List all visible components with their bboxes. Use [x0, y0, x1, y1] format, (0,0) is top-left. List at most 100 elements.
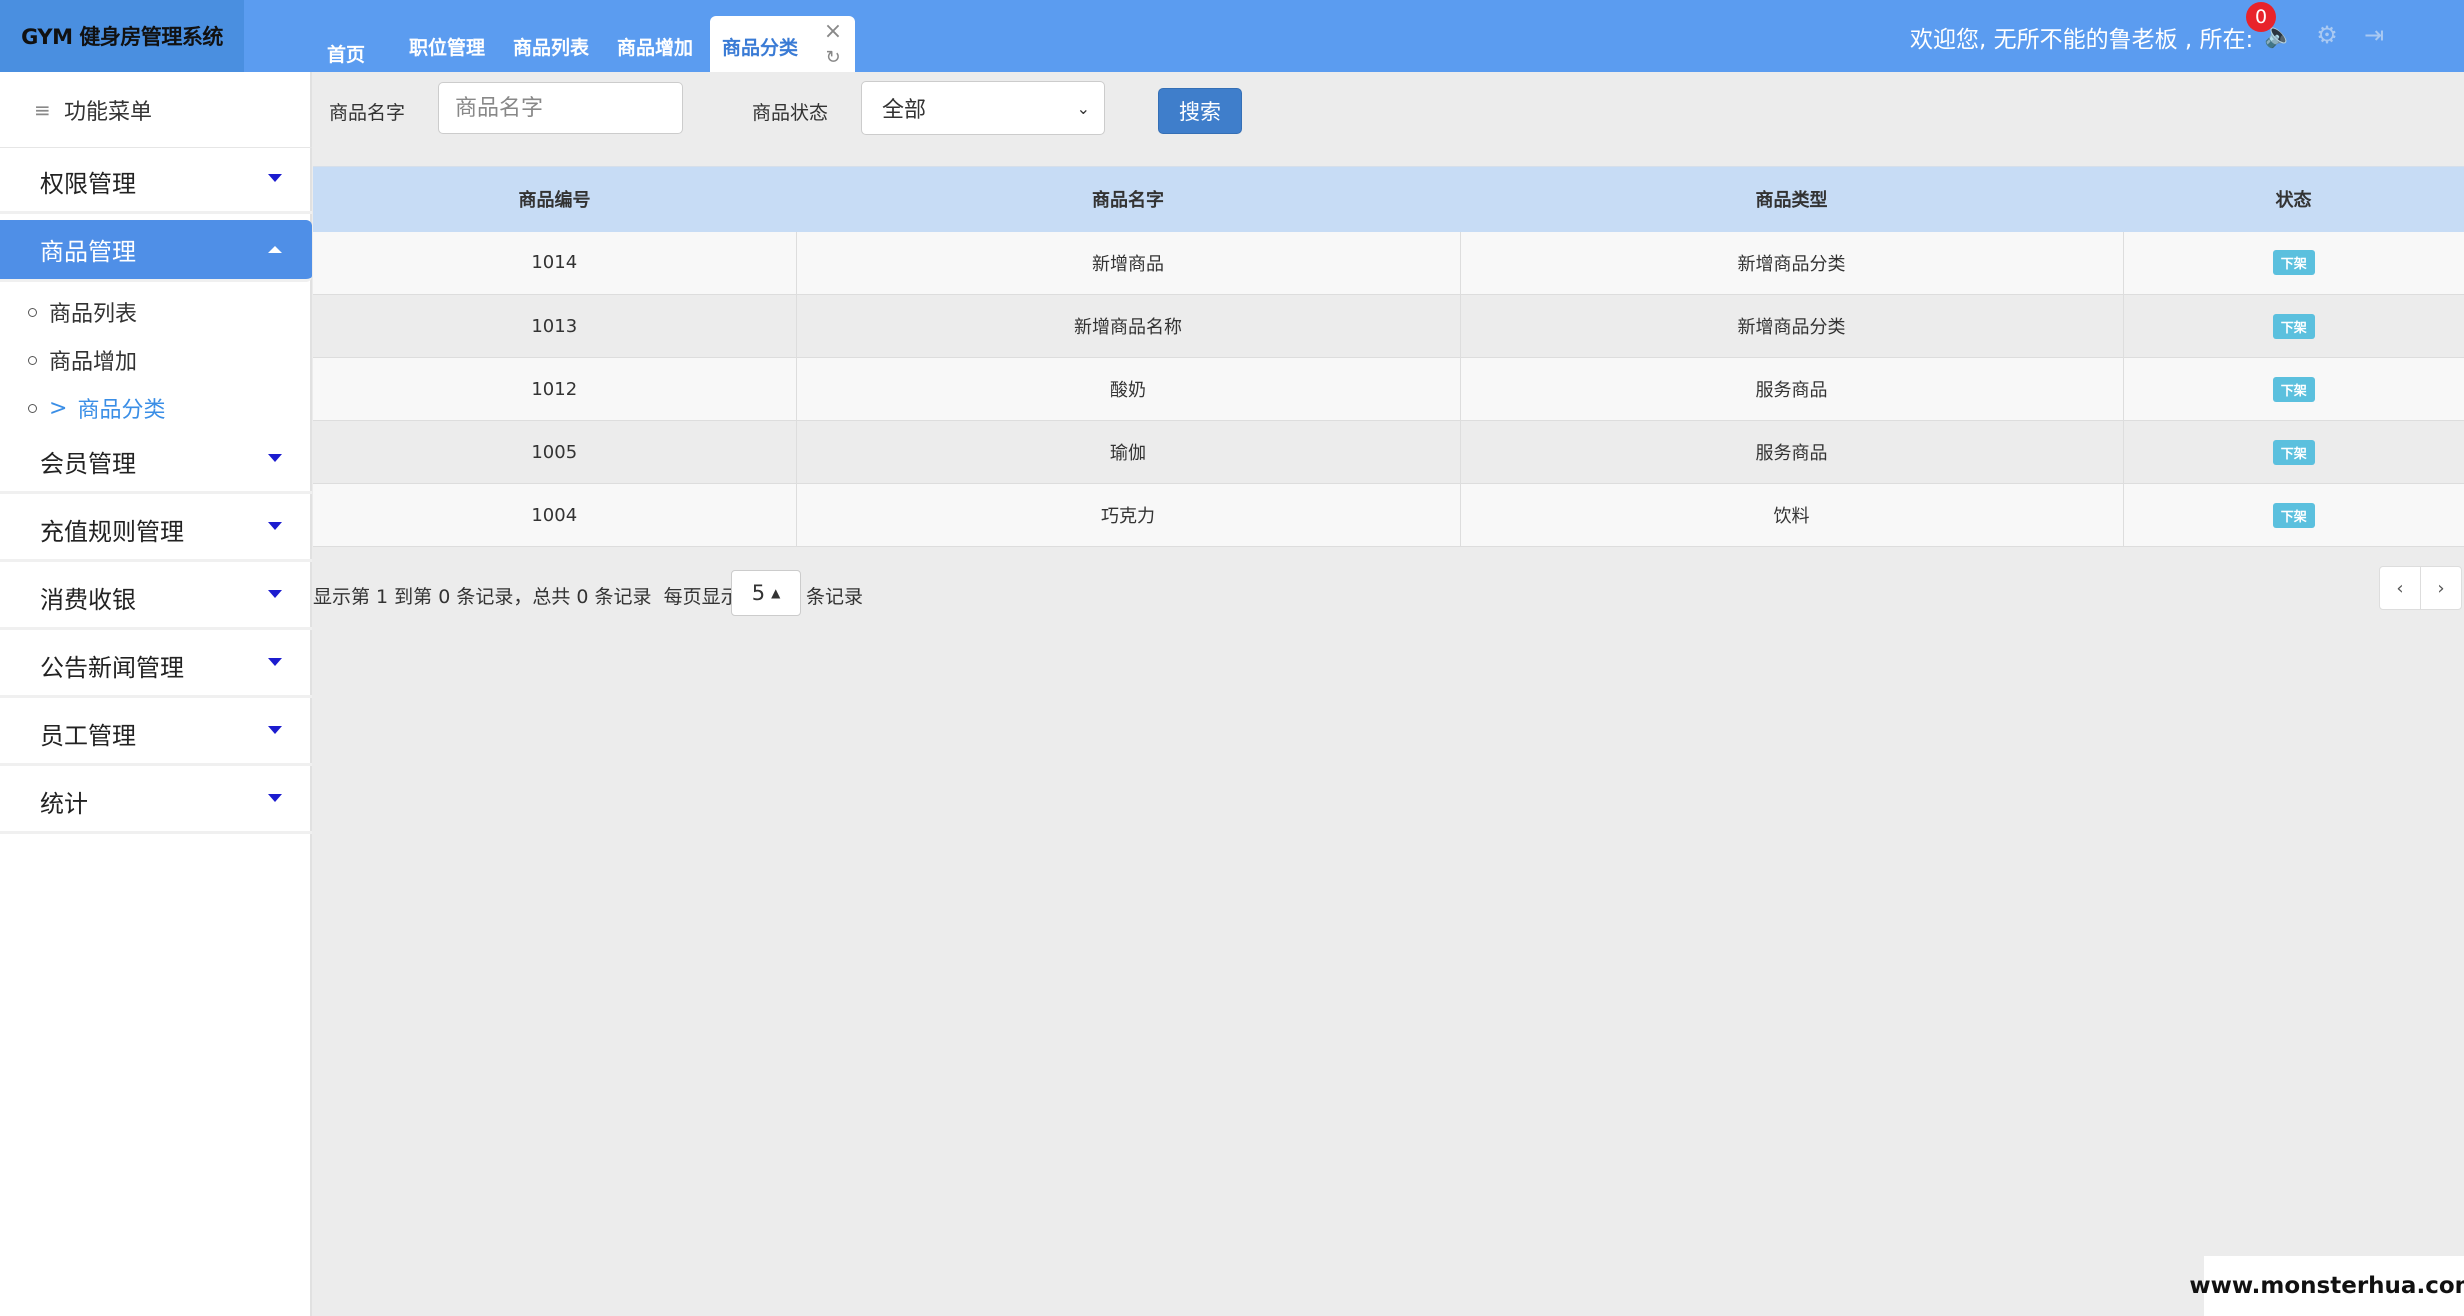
- caret-up-icon: ▲: [771, 586, 781, 600]
- hamburger-icon[interactable]: ≡: [34, 98, 52, 122]
- sidebar-item-label: 会员管理: [40, 450, 136, 478]
- status-badge[interactable]: 下架: [2272, 250, 2315, 276]
- chevron-down-icon: ⌄: [1076, 99, 1090, 118]
- page-size-dropdown[interactable]: 5 ▲: [731, 570, 801, 616]
- caret-down-icon: [268, 794, 282, 802]
- tab-product-category-label: 商品分类: [722, 37, 799, 59]
- cell-id: 1012: [313, 357, 797, 421]
- caret-down-icon: [268, 522, 282, 530]
- table-row[interactable]: 1014 新增商品 新增商品分类 下架: [313, 231, 2464, 295]
- notification-badge[interactable]: 0: [2246, 2, 2276, 32]
- cell-state: 下架: [2123, 294, 2464, 358]
- sidebar: ≡ 功能菜单 权限管理 商品管理 商品列表 商品增加 > 商品分类 会员管理 充…: [0, 72, 312, 1316]
- sidebar-item-label: 消费收银: [40, 586, 136, 614]
- settings-icon[interactable]: ⚙: [2312, 20, 2342, 50]
- sidebar-item-news[interactable]: 公告新闻管理: [0, 636, 312, 698]
- cell-name: 巧克力: [796, 483, 1461, 547]
- table-row[interactable]: 1005 瑜伽 服务商品 下架: [313, 420, 2464, 484]
- cell-name: 瑜伽: [796, 420, 1461, 484]
- app-logo: GYM 健身房管理系统: [0, 0, 244, 72]
- sidebar-item-staff[interactable]: 员工管理: [0, 704, 312, 766]
- caret-down-icon: [268, 590, 282, 598]
- caret-down-icon: [268, 726, 282, 734]
- search-button[interactable]: 搜索: [1158, 88, 1242, 134]
- cell-name: 酸奶: [796, 357, 1461, 421]
- circle-bullet-icon: [28, 403, 37, 413]
- status-badge[interactable]: 下架: [2272, 313, 2315, 339]
- cell-type: 饮料: [1460, 483, 2124, 547]
- sidebar-subitem-product-category[interactable]: > 商品分类: [0, 386, 312, 430]
- sidebar-subitem-label: 商品增加: [49, 350, 138, 375]
- sidebar-item-member[interactable]: 会员管理: [0, 432, 312, 494]
- cell-type: 服务商品: [1460, 357, 2124, 421]
- circle-bullet-icon: [28, 307, 37, 317]
- caret-down-icon: [268, 174, 282, 182]
- column-header-id[interactable]: 商品编号: [313, 166, 796, 232]
- prev-page-button[interactable]: ‹: [2379, 566, 2421, 610]
- sidebar-item-label: 充值规则管理: [40, 518, 184, 546]
- sidebar-item-label: 统计: [40, 790, 88, 818]
- cell-id: 1013: [313, 294, 797, 358]
- table-row[interactable]: 1013 新增商品名称 新增商品分类 下架: [313, 294, 2464, 358]
- refresh-icon[interactable]: ↻: [823, 48, 843, 68]
- cell-state: 下架: [2123, 483, 2464, 547]
- cell-id: 1014: [313, 231, 797, 295]
- circle-bullet-icon: [28, 355, 37, 365]
- sidebar-item-statistics[interactable]: 统计: [0, 772, 312, 834]
- cell-type: 新增商品分类: [1460, 231, 2124, 295]
- caret-down-icon: [268, 454, 282, 462]
- tab-home[interactable]: 首页: [327, 40, 365, 67]
- top-bar: GYM 健身房管理系统 首页 职位管理 商品列表 商品增加 商品分类 × ↻ 欢…: [0, 0, 2464, 72]
- sidebar-subitem-product-list[interactable]: 商品列表: [0, 290, 312, 334]
- cell-type: 服务商品: [1460, 420, 2124, 484]
- sidebar-item-permission[interactable]: 权限管理: [0, 152, 312, 214]
- sidebar-item-cashier[interactable]: 消费收银: [0, 568, 312, 630]
- sidebar-item-product[interactable]: 商品管理: [0, 220, 312, 282]
- table-row[interactable]: 1004 巧克力 饮料 下架: [313, 483, 2464, 547]
- caret-up-icon: [268, 246, 282, 253]
- pagination-summary: 显示第 1 到第 0 条记录，总共 0 条记录 每页显示: [313, 582, 740, 609]
- cell-state: 下架: [2123, 231, 2464, 295]
- sidebar-subitem-label: 商品列表: [49, 302, 138, 327]
- menu-header[interactable]: ≡ 功能菜单: [0, 72, 312, 148]
- watermark: www.monsterhua.com: [2189, 1256, 2464, 1316]
- sidebar-item-recharge-rules[interactable]: 充值规则管理: [0, 500, 312, 562]
- cell-state: 下架: [2123, 420, 2464, 484]
- product-status-label: 商品状态: [752, 102, 829, 124]
- sidebar-item-label: 商品管理: [40, 238, 136, 266]
- cell-id: 1005: [313, 420, 797, 484]
- sidebar-subitem-label: 商品分类: [77, 398, 166, 423]
- cell-name: 新增商品名称: [796, 294, 1461, 358]
- product-name-input[interactable]: [438, 82, 683, 134]
- welcome-text: 欢迎您, 无所不能的鲁老板 , 所在:: [1910, 27, 2254, 53]
- records-label: 条记录: [806, 586, 864, 608]
- cell-id: 1004: [313, 483, 797, 547]
- status-badge[interactable]: 下架: [2272, 376, 2315, 402]
- chevron-right-icon: >: [49, 395, 68, 421]
- sidebar-subitem-product-add[interactable]: 商品增加: [0, 338, 312, 382]
- logout-icon[interactable]: ⇥: [2359, 20, 2389, 50]
- status-badge[interactable]: 下架: [2272, 439, 2315, 465]
- status-badge[interactable]: 下架: [2272, 502, 2315, 528]
- menu-header-label: 功能菜单: [64, 99, 153, 125]
- tab-position-management[interactable]: 职位管理: [409, 33, 485, 60]
- column-header-type[interactable]: 商品类型: [1460, 166, 2123, 232]
- product-status-value: 全部: [882, 98, 927, 123]
- sidebar-item-label: 公告新闻管理: [40, 654, 184, 682]
- next-page-button[interactable]: ›: [2420, 566, 2462, 610]
- pagination-summary-text: 显示第 1 到第 0 条记录，总共 0 条记录: [313, 586, 652, 608]
- table-header-row: 商品编号 商品名字 商品类型 状态: [313, 166, 2464, 232]
- column-header-state[interactable]: 状态: [2123, 166, 2464, 232]
- page-size-value: 5: [751, 581, 766, 605]
- close-icon[interactable]: ×: [823, 21, 843, 43]
- column-header-name[interactable]: 商品名字: [796, 166, 1460, 232]
- sidebar-item-label: 权限管理: [40, 170, 136, 198]
- tab-product-list[interactable]: 商品列表: [513, 33, 589, 60]
- table-row[interactable]: 1012 酸奶 服务商品 下架: [313, 357, 2464, 421]
- product-status-select[interactable]: 全部 ⌄: [861, 81, 1105, 135]
- tab-product-add[interactable]: 商品增加: [617, 33, 693, 60]
- product-table: 商品编号 商品名字 商品类型 状态 1014 新增商品 新增商品分类 下架 10…: [313, 166, 2464, 547]
- cell-type: 新增商品分类: [1460, 294, 2124, 358]
- tab-product-category[interactable]: 商品分类 × ↻: [710, 16, 855, 72]
- cell-name: 新增商品: [796, 231, 1461, 295]
